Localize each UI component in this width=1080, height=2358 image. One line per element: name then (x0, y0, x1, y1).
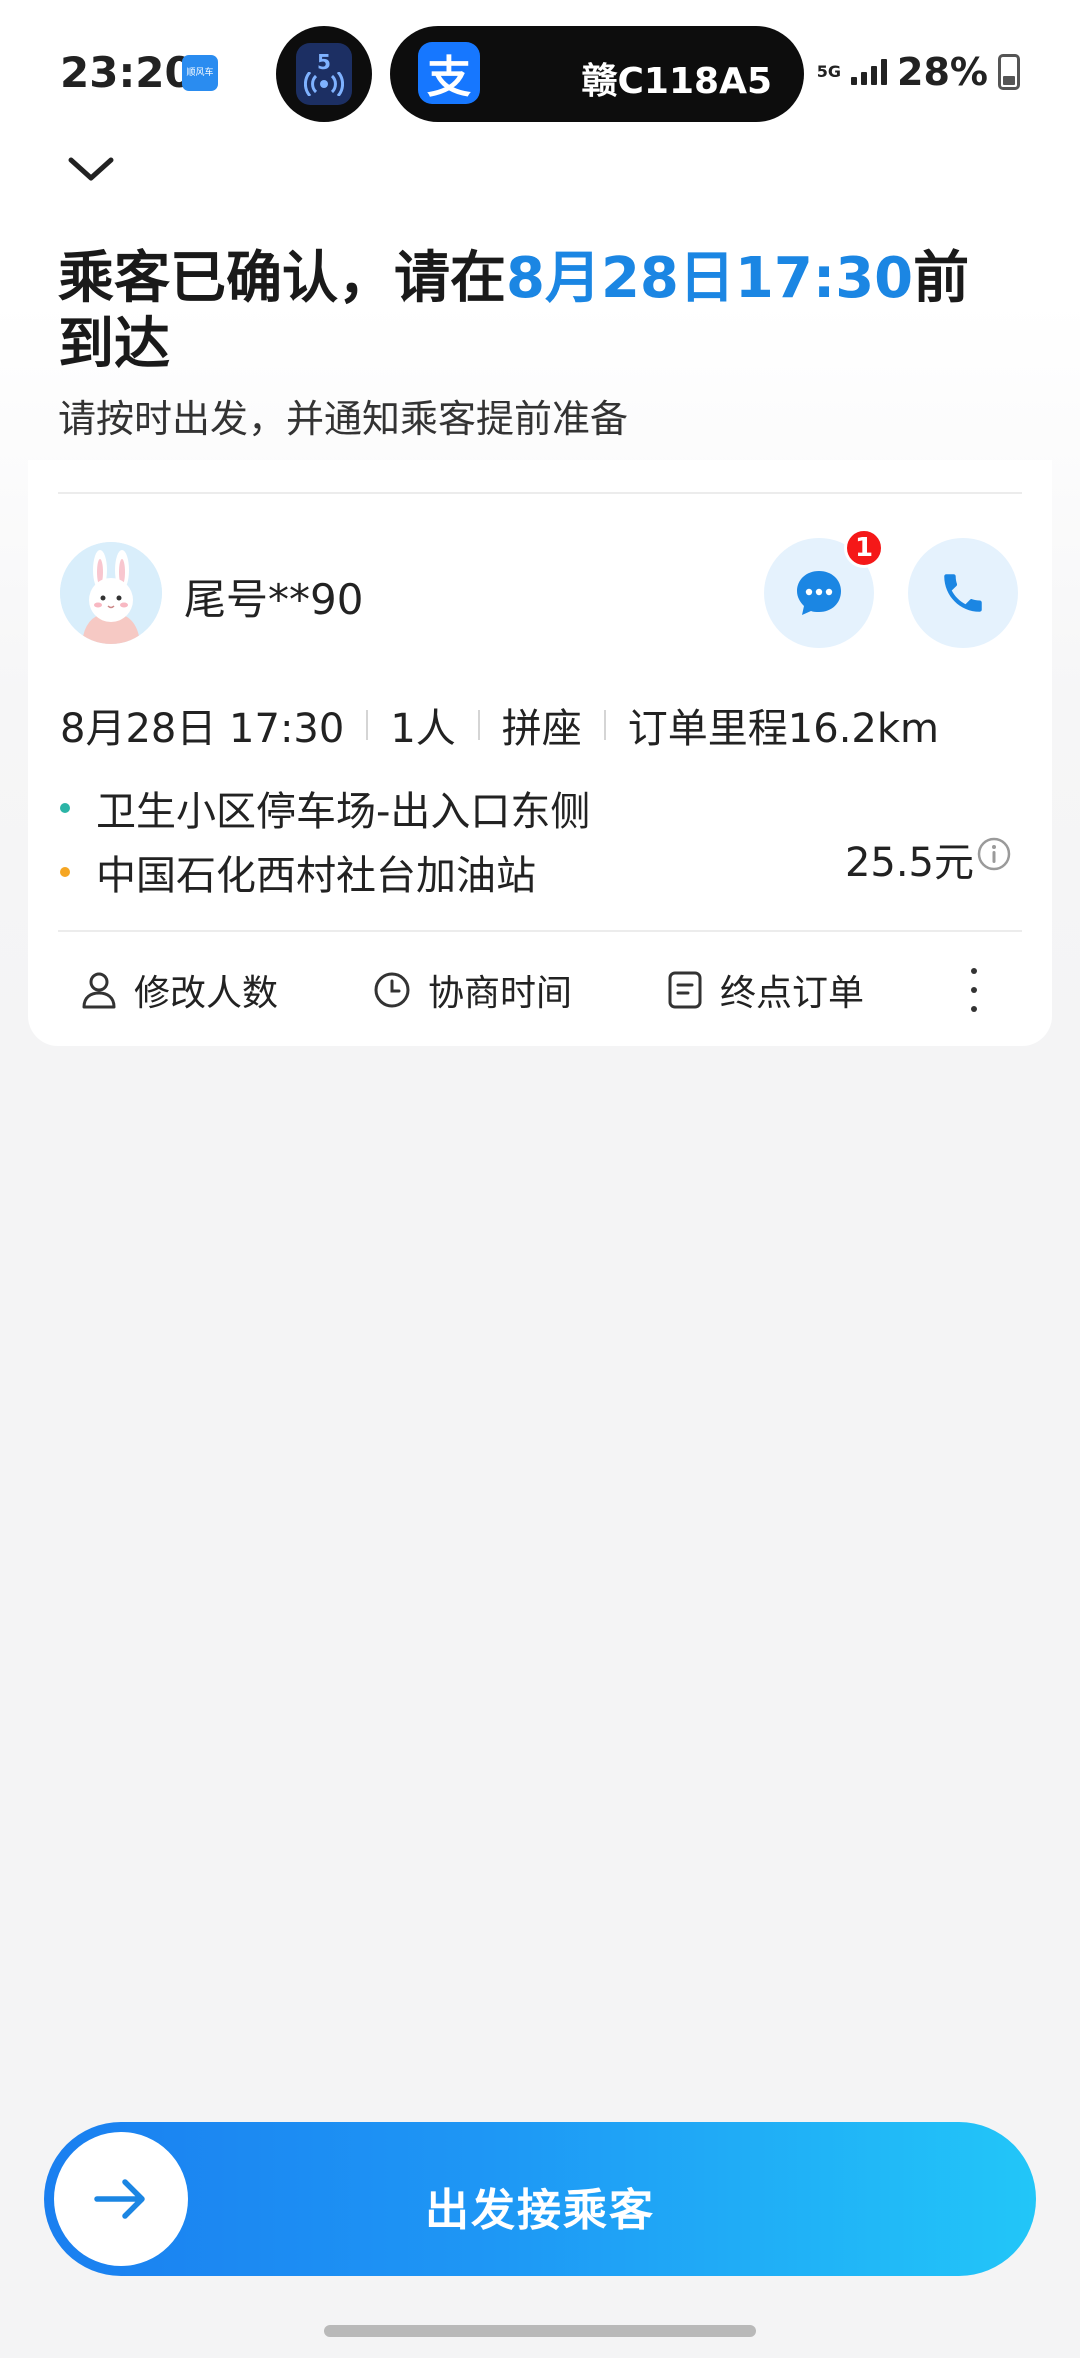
divider (366, 710, 369, 740)
depart-slide-label: 出发接乘客 (425, 2185, 655, 2236)
signal-waves-icon (304, 72, 344, 96)
document-icon (668, 971, 702, 1009)
battery-percent: 28% (897, 50, 988, 94)
alipay-glyph: 支 (427, 52, 471, 103)
end-order-button[interactable]: 终点订单 (666, 964, 864, 1016)
order-meta: 8月28日 17:30 1人 拼座 订单里程16.2km (60, 696, 939, 754)
ride-type: 拼座 (501, 706, 582, 752)
unread-badge: 1 (844, 528, 884, 568)
page-title: 乘客已确认，请在8月28日17:30前到达 (58, 246, 1018, 378)
dropoff-location[interactable]: 中国石化西村社台加油站 (60, 840, 590, 904)
edit-passenger-count-button[interactable]: 修改人数 (80, 964, 278, 1016)
status-time: 23:20 (60, 48, 194, 97)
divider (477, 710, 480, 740)
status-right: 5G 28% (817, 50, 1020, 94)
license-plate: 赣C118A5 (581, 61, 772, 102)
edit-passenger-count-label: 修改人数 (134, 973, 279, 1014)
alipay-icon: 支 (418, 42, 480, 104)
person-icon (82, 972, 116, 1009)
dynamic-island-right[interactable]: 支 赣C118A5 (390, 26, 804, 122)
chat-icon (797, 571, 841, 615)
call-button[interactable] (908, 538, 1018, 648)
negotiate-time-button[interactable]: 协商时间 (372, 964, 572, 1016)
route: 卫生小区停车场-出入口东侧 中国石化西村社台加油站 (60, 776, 590, 904)
home-indicator[interactable] (324, 2325, 756, 2337)
end-order-label: 终点订单 (720, 973, 865, 1014)
divider (58, 492, 1022, 494)
page-subtitle: 请按时出发，并通知乘客提前准备 (58, 397, 629, 441)
dropoff-address: 中国石化西村社台加油站 (96, 853, 536, 899)
battery-icon (998, 54, 1020, 90)
status-bar: 23:20 顺风车 5 支 赣C118A5 5G 28% (0, 0, 1080, 140)
headline-prefix: 乘客已确认，请在 (58, 246, 506, 311)
phone-icon (944, 574, 982, 612)
chevron-down-icon[interactable] (62, 140, 120, 198)
signal-icon (851, 59, 888, 85)
pickup-dot-icon (60, 803, 70, 813)
info-icon[interactable] (976, 836, 1012, 872)
passenger-count: 1人 (390, 706, 456, 752)
pickup-address: 卫生小区停车场-出入口东侧 (96, 789, 591, 835)
order-price: 25.5元 (844, 840, 974, 886)
island-left-number: 5 (317, 50, 331, 74)
dropoff-dot-icon (60, 867, 70, 877)
network-label: 5G (816, 62, 842, 81)
headline-time: 8月28日17:30 (506, 246, 914, 311)
order-datetime: 8月28日 17:30 (60, 706, 345, 752)
order-card: 尾号**90 1 8月28日 17:30 1人 拼座 订单里程16.2km 卫生… (28, 460, 1052, 1046)
dynamic-island-left[interactable]: 5 (276, 26, 372, 122)
depart-slide-button[interactable]: 出发接乘客 (44, 2122, 1036, 2276)
passenger-name: 尾号**90 (184, 575, 364, 624)
pickup-location[interactable]: 卫生小区停车场-出入口东侧 (60, 776, 590, 840)
order-distance: 订单里程16.2km (627, 706, 939, 752)
divider (603, 710, 606, 740)
clock-icon (374, 972, 410, 1008)
divider (58, 930, 1022, 932)
negotiate-time-label: 协商时间 (428, 973, 573, 1014)
more-options-icon[interactable] (964, 968, 984, 1012)
avatar[interactable] (60, 542, 162, 644)
notification-app-icon: 顺风车 (182, 55, 218, 91)
broadcast-icon: 5 (296, 43, 352, 105)
